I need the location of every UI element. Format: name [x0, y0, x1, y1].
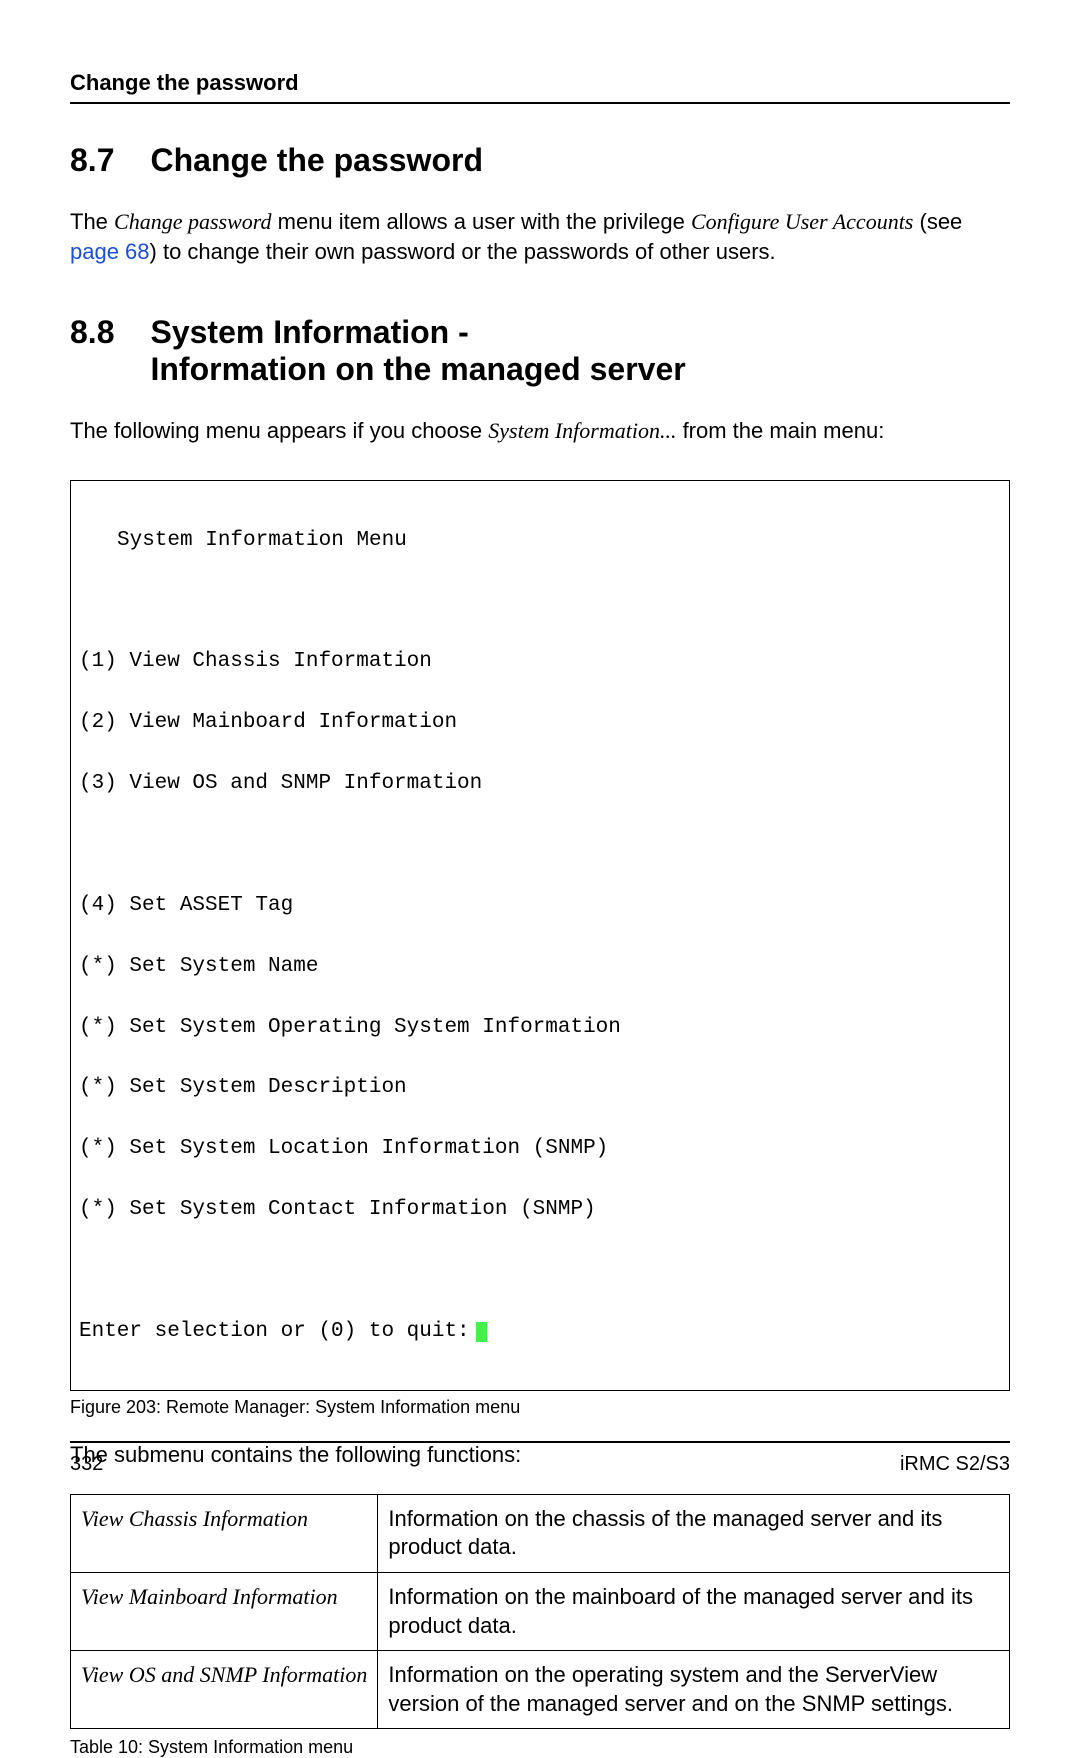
section-number: 8.8	[70, 314, 114, 388]
page-link[interactable]: page 68	[70, 239, 150, 264]
table-caption: Table 10: System Information menu	[70, 1737, 1010, 1758]
function-desc: Information on the operating system and …	[378, 1651, 1010, 1729]
menu-item: (4) Set ASSET Tag	[79, 891, 1001, 921]
menu-name-italic: System Information...	[488, 418, 676, 443]
figure-caption: Figure 203: Remote Manager: System Infor…	[70, 1397, 1010, 1418]
table-row: View OS and SNMP Information Information…	[71, 1651, 1010, 1729]
running-head: Change the password	[70, 70, 1010, 96]
section-title: Change the password	[150, 142, 1010, 179]
menu-item: (*) Set System Operating System Informat…	[79, 1013, 1001, 1043]
function-desc: Information on the mainboard of the mana…	[378, 1572, 1010, 1650]
section-8-7-paragraph: The Change password menu item allows a u…	[70, 207, 1010, 266]
header-rule	[70, 102, 1010, 104]
text: The following menu appears if you choose	[70, 418, 488, 443]
function-name: View Mainboard Information	[71, 1572, 378, 1650]
menu-blank	[79, 1256, 1001, 1286]
menu-item: (3) View OS and SNMP Information	[79, 769, 1001, 799]
menu-name-italic: Change password	[114, 209, 271, 234]
section-8-8-paragraph: The following menu appears if you choose…	[70, 416, 1010, 446]
privilege-italic: Configure User Accounts	[691, 209, 913, 234]
text: (see	[913, 209, 962, 234]
page-number: 332	[70, 1453, 103, 1476]
text: The	[70, 209, 114, 234]
text: menu item allows a user with the privile…	[272, 209, 691, 234]
cursor-icon	[476, 1322, 487, 1342]
section-8-8-heading: 8.8 System Information - Information on …	[70, 314, 1010, 388]
menu-item: (2) View Mainboard Information	[79, 708, 1001, 738]
section-8-7-heading: 8.7 Change the password	[70, 142, 1010, 179]
menu-item: (1) View Chassis Information	[79, 647, 1001, 677]
menu-item: (*) Set System Name	[79, 952, 1001, 982]
section-number: 8.7	[70, 142, 114, 179]
doc-id: iRMC S2/S3	[900, 1453, 1010, 1476]
menu-item: (*) Set System Location Information (SNM…	[79, 1134, 1001, 1164]
section-title: System Information - Information on the …	[150, 314, 1010, 388]
text: ) to change their own password or the pa…	[150, 239, 776, 264]
functions-table: View Chassis Information Information on …	[70, 1494, 1010, 1730]
menu-item: (*) Set System Description	[79, 1073, 1001, 1103]
menu-item: (*) Set System Contact Information (SNMP…	[79, 1195, 1001, 1225]
footer-rule	[70, 1441, 1010, 1443]
menu-header: System Information Menu	[117, 526, 1001, 556]
menu-blank	[79, 830, 1001, 860]
function-desc: Information on the chassis of the manage…	[378, 1494, 1010, 1572]
function-name: View Chassis Information	[71, 1494, 378, 1572]
table-row: View Chassis Information Information on …	[71, 1494, 1010, 1572]
page-footer: 332 iRMC S2/S3	[70, 1441, 1010, 1476]
function-name: View OS and SNMP Information	[71, 1651, 378, 1729]
table-row: View Mainboard Information Information o…	[71, 1572, 1010, 1650]
menu-blank	[79, 586, 1001, 616]
system-information-menu-screenshot: System Information Menu (1) View Chassis…	[70, 480, 1010, 1391]
text: from the main menu:	[676, 418, 884, 443]
menu-prompt: Enter selection or (0) to quit:	[79, 1317, 470, 1347]
